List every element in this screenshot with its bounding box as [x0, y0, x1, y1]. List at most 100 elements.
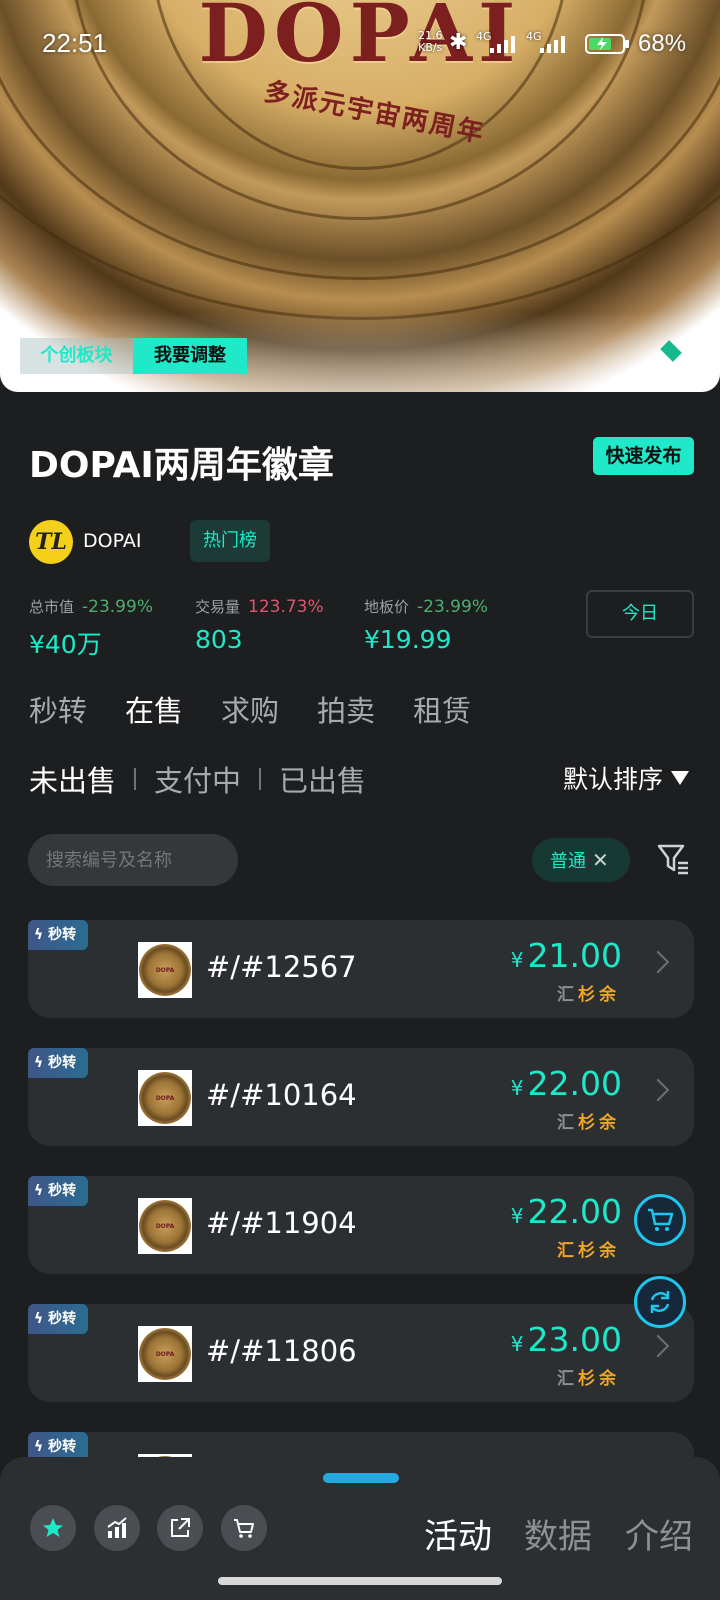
subtab-sold[interactable]: 已出售 [279, 758, 366, 800]
tab-data[interactable]: 数据 [524, 1509, 592, 1558]
item-thumbnail: DOPA [138, 1198, 192, 1254]
status-subtabs: 未出售 支付中 已出售 [29, 758, 366, 800]
share-icon [171, 1518, 190, 1537]
listing-card[interactable]: ϟ 秒转 DOPA #/#11806 ¥23.00 汇杉余 [28, 1304, 694, 1402]
listing-card[interactable]: ϟ 秒转 DOPA #/#12567 ¥21.00 汇杉余 [28, 920, 694, 1018]
coin-mini-text: DOPA [155, 966, 175, 974]
refresh-float-button[interactable] [634, 1276, 686, 1328]
hero-image[interactable]: DOPAI 多派元宇宙两周年 22:51 21.6 KB/s ✱ 4G 4G 6… [0, 0, 720, 392]
coin-mini-text: DOPA [155, 1350, 175, 1358]
divider [134, 768, 137, 790]
subtab-unsold[interactable]: 未出售 [29, 758, 116, 800]
currency-symbol: ¥ [510, 1332, 524, 1356]
home-indicator[interactable] [218, 1577, 502, 1585]
badge-label: 秒转 [48, 1055, 77, 1071]
listing-id: #/#11904 [206, 1206, 357, 1240]
chart-button[interactable] [94, 1505, 140, 1551]
tab-intro[interactable]: 介绍 [625, 1509, 693, 1558]
subtab-paying[interactable]: 支付中 [154, 758, 241, 800]
source-hui: 汇 [557, 985, 578, 1005]
divider [259, 768, 262, 790]
source-shan: 杉 [578, 1369, 599, 1389]
price-value: 22.00 [527, 1064, 622, 1103]
filter-icon[interactable] [656, 842, 690, 876]
filter-chip-label: 普通 [550, 851, 586, 872]
stat-market-cap: 总市值 -23.99% ¥40万 [29, 596, 153, 661]
listing-card[interactable]: ϟ 秒转 DOPA #/#11904 ¥22.00 汇杉余 [28, 1176, 694, 1274]
signal-strength-icon [490, 36, 515, 53]
hot-list-badge[interactable]: 热门榜 [190, 520, 270, 562]
stat-value: ¥40万 [29, 630, 102, 659]
quick-transfer-badge: ϟ 秒转 [28, 920, 88, 950]
tab-auction[interactable]: 拍卖 [317, 688, 375, 730]
stat-value: ¥19.99 [364, 625, 452, 654]
payment-sources: 汇杉余 [557, 1108, 620, 1133]
payment-sources: 汇杉余 [557, 1236, 620, 1261]
coin-thumbnail-icon: DOPA [139, 1328, 191, 1380]
source-yu: 余 [599, 985, 620, 1005]
listing-id: #/#12567 [206, 950, 357, 984]
source-yu: 余 [599, 1241, 620, 1261]
favorite-button[interactable] [30, 1505, 76, 1551]
share-button[interactable] [157, 1505, 203, 1551]
tab-wanted[interactable]: 求购 [221, 688, 279, 730]
stat-floor-price: 地板价 -23.99% ¥19.99 [364, 596, 488, 654]
price-value: 23.00 [527, 1320, 622, 1359]
source-shan: 杉 [578, 1113, 599, 1133]
battery-icon [585, 34, 629, 54]
network-speed: 21.6 KB/s [418, 30, 443, 54]
stat-volume: 交易量 123.73% 803 [195, 596, 324, 654]
tab-lease[interactable]: 租赁 [413, 688, 471, 730]
item-title: DOPAI两周年徽章 [29, 445, 334, 486]
cart-button[interactable] [221, 1505, 267, 1551]
source-shan: 杉 [578, 985, 599, 1005]
tab-quick-transfer[interactable]: 秒转 [29, 688, 87, 730]
drag-handle[interactable] [323, 1473, 399, 1483]
stat-change: 123.73% [248, 597, 324, 617]
currency-symbol: ¥ [510, 1204, 524, 1228]
close-icon[interactable]: ✕ [592, 848, 609, 872]
stat-value: 803 [195, 625, 243, 654]
quick-transfer-badge: ϟ 秒转 [28, 1176, 88, 1206]
coin-thumbnail-icon: DOPA [139, 1072, 191, 1124]
period-selector-button[interactable]: 今日 [586, 590, 694, 638]
status-time: 22:51 [42, 28, 108, 58]
creator-avatar[interactable]: TL [29, 520, 73, 564]
source-hui: 汇 [557, 1113, 578, 1133]
listing-id: #/#10164 [206, 1078, 357, 1112]
tab-on-sale[interactable]: 在售 [125, 688, 183, 730]
listing-price: ¥22.00 [511, 1064, 622, 1103]
payment-sources: 汇杉余 [557, 980, 620, 1005]
coin-mini-text: DOPA [155, 1094, 175, 1102]
cart-float-button[interactable] [634, 1194, 686, 1246]
item-thumbnail: DOPA [138, 1070, 192, 1126]
filter-chip-normal[interactable]: 普通 ✕ [532, 838, 630, 882]
adjust-button[interactable]: 我要调整 [133, 338, 247, 374]
item-thumbnail: DOPA [138, 1326, 192, 1382]
price-value: 21.00 [527, 936, 622, 975]
creator-logo-text: TL [35, 529, 67, 555]
source-hui: 汇 [557, 1369, 578, 1389]
creator-name[interactable]: DOPAI [83, 530, 141, 552]
source-shan: 杉 [578, 1241, 599, 1261]
status-bar: 22:51 21.6 KB/s ✱ 4G 4G 68% [0, 0, 720, 86]
sort-label: 默认排序 [563, 765, 664, 794]
stat-label: 地板价 [364, 598, 410, 616]
source-yu: 余 [599, 1113, 620, 1133]
quick-publish-button[interactable]: 快速发布 [593, 437, 694, 475]
search-input[interactable] [28, 834, 238, 886]
currency-symbol: ¥ [510, 948, 524, 972]
chevron-right-icon [646, 1334, 670, 1358]
refresh-icon [650, 1291, 670, 1313]
chevron-right-icon [646, 950, 670, 974]
caret-down-icon [671, 771, 690, 785]
signal-strength-2-icon [540, 36, 565, 53]
listing-card[interactable]: ϟ 秒转 DOPA #/#10164 ¥22.00 汇杉余 [28, 1048, 694, 1146]
price-value: 22.00 [527, 1192, 622, 1231]
stat-change: -23.99% [82, 597, 153, 617]
item-thumbnail: DOPA [138, 942, 192, 998]
market-tabs: 秒转 在售 求购 拍卖 租赁 [29, 688, 471, 730]
star-icon [43, 1518, 63, 1537]
sort-dropdown[interactable]: 默认排序 [563, 760, 690, 796]
tab-activity[interactable]: 活动 [424, 1509, 492, 1558]
